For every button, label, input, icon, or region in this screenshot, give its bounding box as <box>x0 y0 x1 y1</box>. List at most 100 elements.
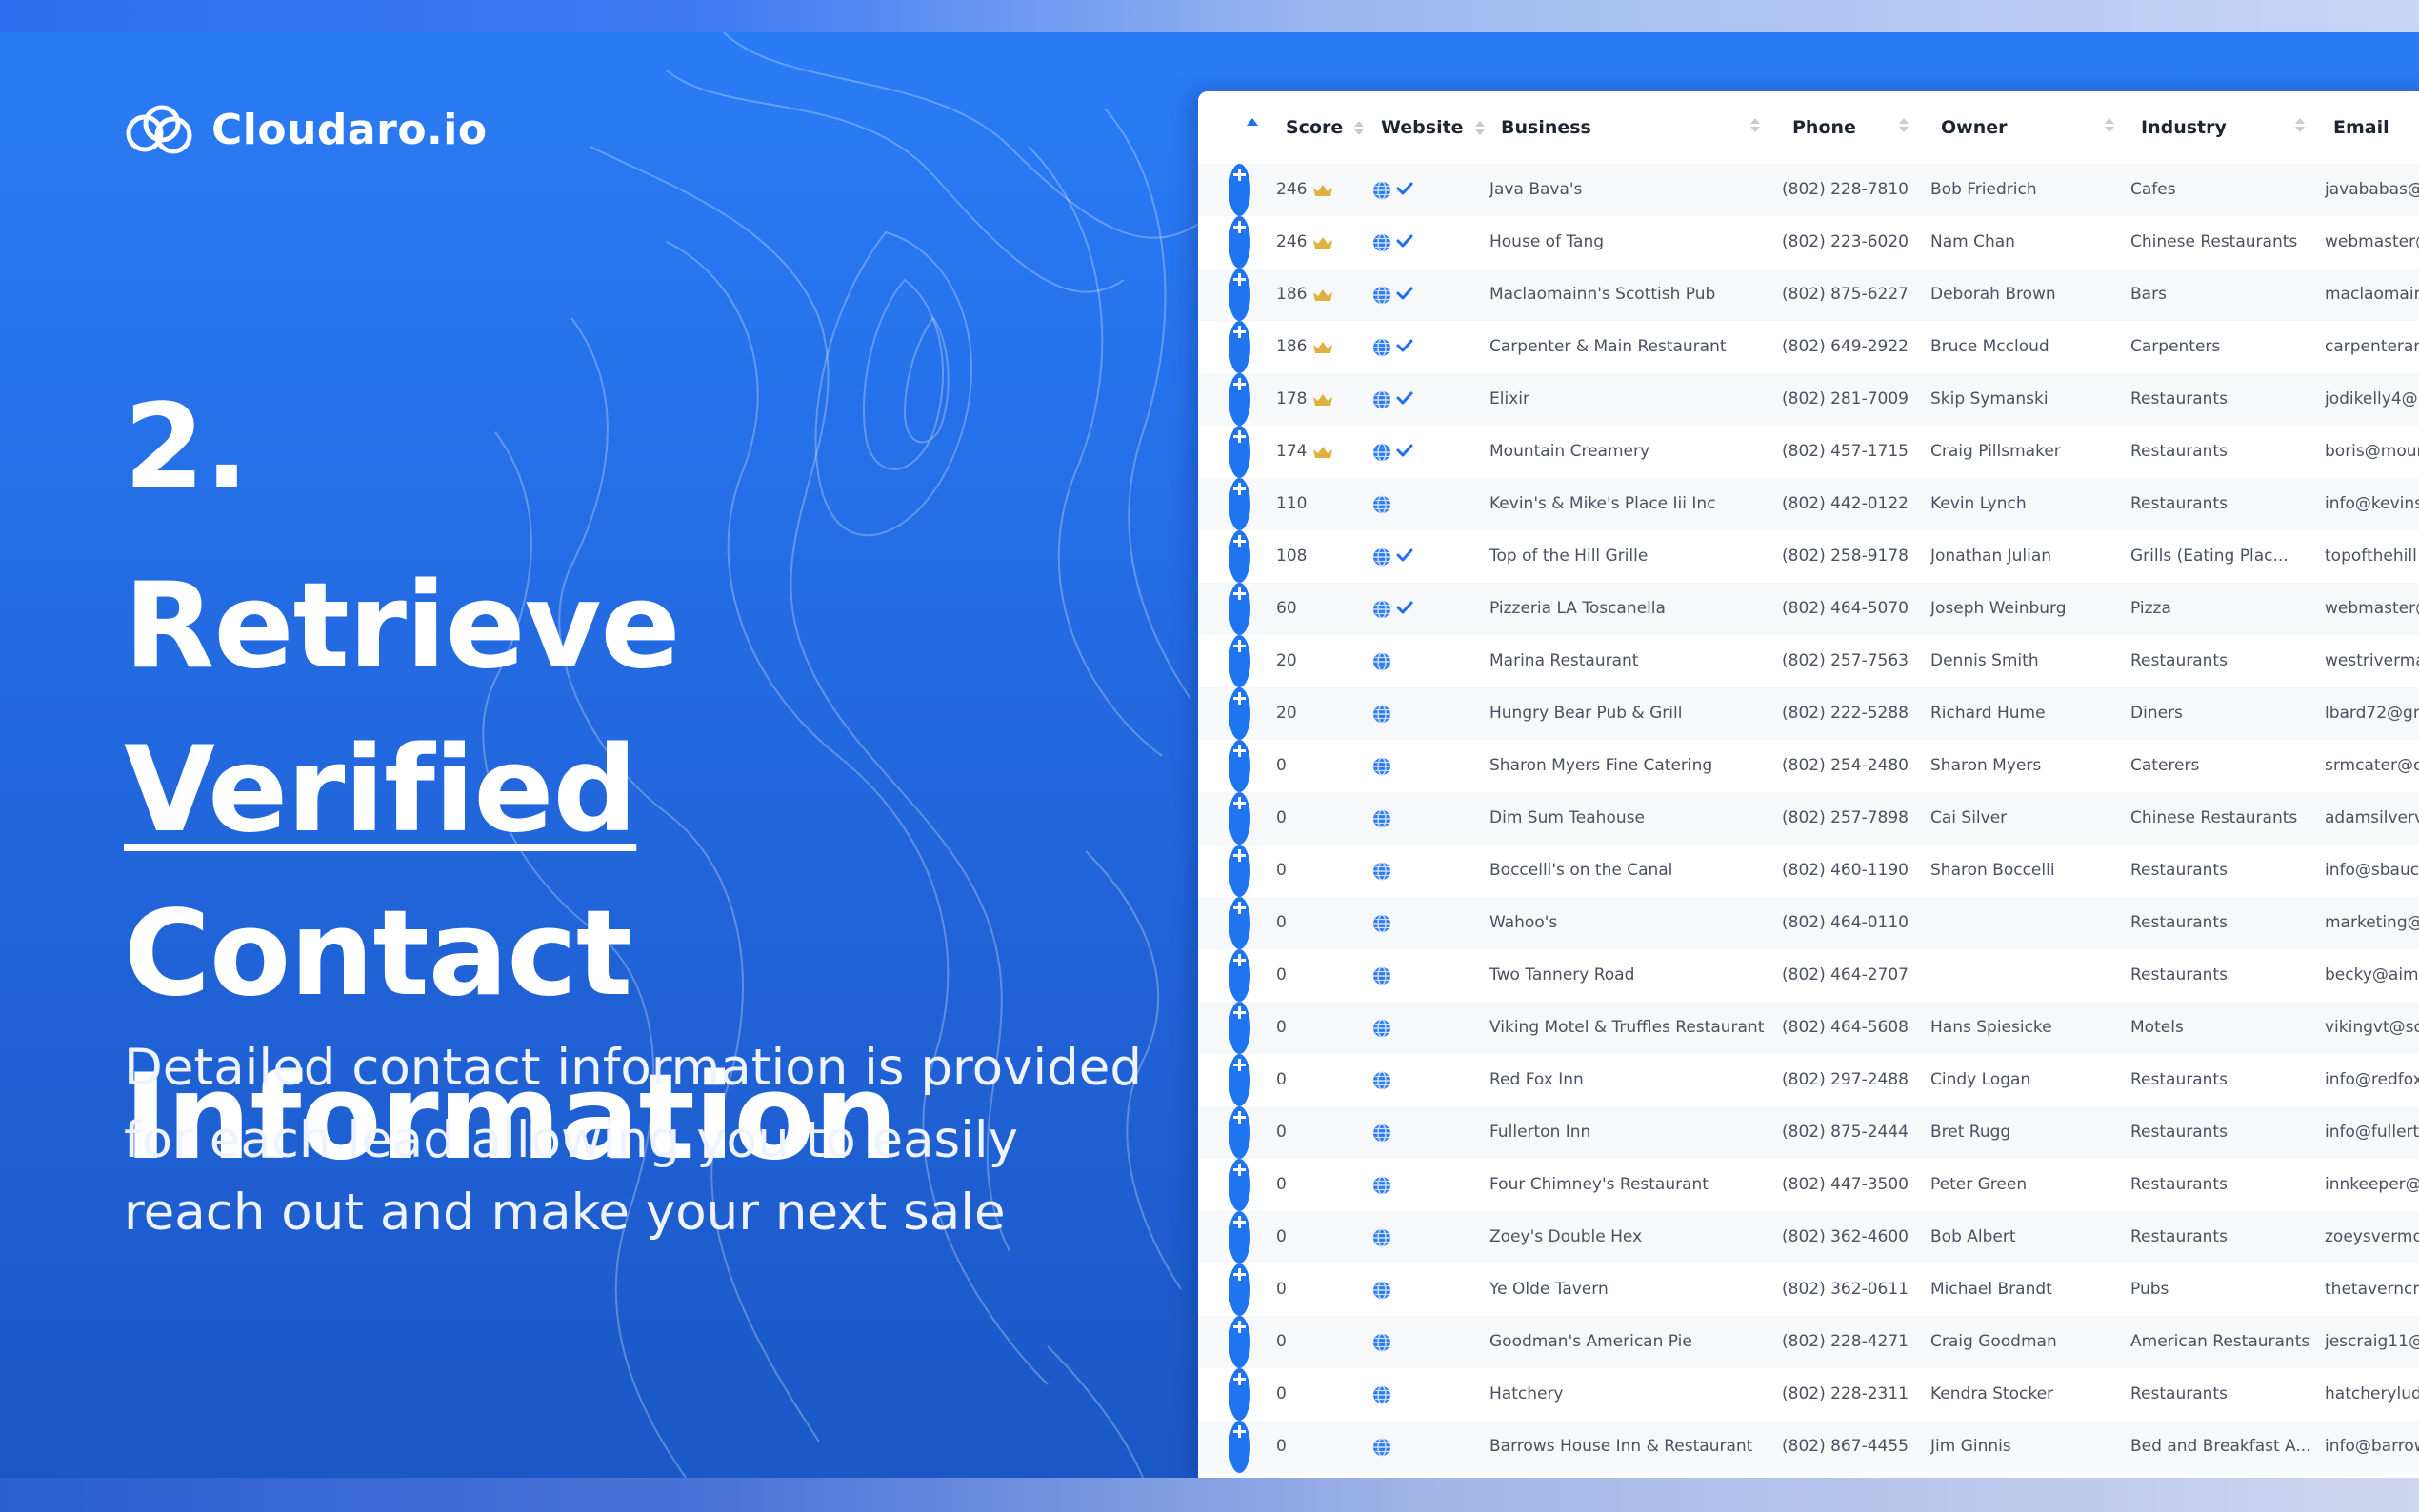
globe-icon[interactable] <box>1371 442 1392 463</box>
add-lead-button[interactable] <box>1229 1316 1250 1368</box>
globe-icon[interactable] <box>1371 232 1392 253</box>
globe-icon[interactable] <box>1371 180 1392 201</box>
table-row[interactable]: 186 Maclaomainn's Scottish Pub (802) 875-6… <box>1198 269 2419 321</box>
column-header-website[interactable]: Website <box>1381 91 1485 164</box>
email-cell[interactable]: topofthehill <box>2325 530 2419 583</box>
add-lead-button[interactable] <box>1229 164 1250 216</box>
column-header-phone[interactable]: Phone <box>1792 91 1856 164</box>
globe-icon[interactable] <box>1371 1280 1392 1301</box>
table-row[interactable]: 0 Zoey's Double Hex (802) 362-4600 Bob Albe… <box>1198 1211 2419 1263</box>
phone-cell[interactable]: (802) 222-5288 <box>1782 687 1925 740</box>
phone-cell[interactable]: (802) 457-1715 <box>1782 426 1925 478</box>
table-row[interactable]: 0 Wahoo's (802) 464-0110 Restaurants marketi… <box>1198 897 2419 949</box>
add-lead-button[interactable] <box>1229 1106 1250 1159</box>
column-header-owner[interactable]: Owner <box>1941 91 2008 164</box>
table-row[interactable]: 110 Kevin's & Mike's Place Iii Inc (802) 4… <box>1198 478 2419 530</box>
phone-cell[interactable]: (802) 649-2922 <box>1782 321 1925 373</box>
email-cell[interactable]: javababas@ <box>2325 164 2419 216</box>
column-header-business[interactable]: Business <box>1501 91 1591 164</box>
email-cell[interactable]: info@barrow <box>2325 1421 2419 1473</box>
globe-icon[interactable] <box>1371 494 1392 515</box>
email-cell[interactable]: hatcheryludl <box>2325 1368 2419 1421</box>
phone-cell[interactable]: (802) 228-2311 <box>1782 1368 1925 1421</box>
table-row[interactable]: 186 Carpenter & Main Restaurant (802) 649-… <box>1198 321 2419 373</box>
phone-cell[interactable]: (802) 254-2480 <box>1782 740 1925 792</box>
email-cell[interactable]: zoeysvermo <box>2325 1211 2419 1263</box>
add-lead-button[interactable] <box>1229 740 1250 792</box>
phone-cell[interactable]: (802) 281-7009 <box>1782 373 1925 426</box>
phone-cell[interactable]: (802) 875-2444 <box>1782 1106 1925 1159</box>
globe-icon[interactable] <box>1371 1175 1392 1196</box>
email-cell[interactable]: info@sbauct <box>2325 845 2419 897</box>
email-cell[interactable]: webmaster@ <box>2325 216 2419 269</box>
email-cell[interactable]: srmcater@c <box>2325 740 2419 792</box>
phone-cell[interactable]: (802) 464-0110 <box>1782 897 1925 949</box>
email-cell[interactable]: boris@moun <box>2325 426 2419 478</box>
phone-cell[interactable]: (802) 362-0611 <box>1782 1263 1925 1316</box>
phone-cell[interactable]: (802) 875-6227 <box>1782 269 1925 321</box>
globe-icon[interactable] <box>1371 1070 1392 1091</box>
globe-icon[interactable] <box>1371 337 1392 358</box>
add-lead-button[interactable] <box>1229 321 1250 373</box>
globe-icon[interactable] <box>1371 756 1392 777</box>
add-lead-button[interactable] <box>1229 478 1250 530</box>
add-lead-button[interactable] <box>1229 269 1250 321</box>
table-row[interactable]: 174 Mountain Creamery (802) 457-1715 Craig … <box>1198 426 2419 478</box>
table-row[interactable]: 0 Barrows House Inn & Restaurant (802) 867… <box>1198 1421 2419 1473</box>
globe-icon[interactable] <box>1371 1384 1392 1405</box>
add-lead-button[interactable] <box>1229 1421 1250 1473</box>
add-lead-button[interactable] <box>1229 845 1250 897</box>
table-row[interactable]: 0 Dim Sum Teahouse (802) 257-7898 Cai Silve… <box>1198 792 2419 845</box>
table-row[interactable]: 0 Fullerton Inn (802) 875-2444 Bret Rugg Res… <box>1198 1106 2419 1159</box>
sort-ascending-icon[interactable] <box>1247 118 1258 126</box>
table-row[interactable]: 108 Top of the Hill Grille (802) 258-9178 J… <box>1198 530 2419 583</box>
globe-icon[interactable] <box>1371 389 1392 410</box>
phone-cell[interactable]: (802) 464-2707 <box>1782 949 1925 1002</box>
add-lead-button[interactable] <box>1229 1054 1250 1106</box>
globe-icon[interactable] <box>1371 1227 1392 1248</box>
phone-cell[interactable]: (802) 228-7810 <box>1782 164 1925 216</box>
globe-icon[interactable] <box>1371 704 1392 725</box>
phone-cell[interactable]: (802) 460-1190 <box>1782 845 1925 897</box>
globe-icon[interactable] <box>1371 285 1392 306</box>
email-cell[interactable]: vikingvt@so <box>2325 1002 2419 1054</box>
table-row[interactable]: 0 Two Tannery Road (802) 464-2707 Restauran… <box>1198 949 2419 1002</box>
add-lead-button[interactable] <box>1229 373 1250 426</box>
phone-cell[interactable]: (802) 257-7898 <box>1782 792 1925 845</box>
table-row[interactable]: 246 House of Tang (802) 223-6020 Nam Chan Ch… <box>1198 216 2419 269</box>
add-lead-button[interactable] <box>1229 216 1250 269</box>
globe-icon[interactable] <box>1371 547 1392 567</box>
email-cell[interactable]: marketing@ <box>2325 897 2419 949</box>
column-header-email[interactable]: Email <box>2333 91 2389 164</box>
add-lead-button[interactable] <box>1229 426 1250 478</box>
column-header-score[interactable]: Score <box>1286 91 1365 164</box>
email-cell[interactable]: carpenteran <box>2325 321 2419 373</box>
email-cell[interactable]: jodikelly4@ <box>2325 373 2419 426</box>
globe-icon[interactable] <box>1371 861 1392 882</box>
add-lead-button[interactable] <box>1229 949 1250 1002</box>
email-cell[interactable]: thetaverncri <box>2325 1263 2419 1316</box>
table-row[interactable]: 0 Sharon Myers Fine Catering (802) 254-248… <box>1198 740 2419 792</box>
phone-cell[interactable]: (802) 464-5608 <box>1782 1002 1925 1054</box>
globe-icon[interactable] <box>1371 1437 1392 1458</box>
table-row[interactable]: 0 Red Fox Inn (802) 297-2488 Cindy Logan Res… <box>1198 1054 2419 1106</box>
phone-cell[interactable]: (802) 867-4455 <box>1782 1421 1925 1473</box>
table-row[interactable]: 0 Ye Olde Tavern (802) 362-0611 Michael Bra… <box>1198 1263 2419 1316</box>
email-cell[interactable]: innkeeper@ <box>2325 1159 2419 1211</box>
add-lead-button[interactable] <box>1229 583 1250 635</box>
table-row[interactable]: 0 Boccelli's on the Canal (802) 460-1190 Sh… <box>1198 845 2419 897</box>
table-row[interactable]: 0 Goodman's American Pie (802) 228-4271 Cra… <box>1198 1316 2419 1368</box>
email-cell[interactable]: webmaster@ <box>2325 583 2419 635</box>
globe-icon[interactable] <box>1371 599 1392 620</box>
phone-cell[interactable]: (802) 258-9178 <box>1782 530 1925 583</box>
add-lead-button[interactable] <box>1229 530 1250 583</box>
globe-icon[interactable] <box>1371 1018 1392 1039</box>
phone-cell[interactable]: (802) 257-7563 <box>1782 635 1925 687</box>
email-cell[interactable]: info@redfox <box>2325 1054 2419 1106</box>
column-header-industry[interactable]: Industry <box>2141 91 2227 164</box>
globe-icon[interactable] <box>1371 808 1392 829</box>
add-lead-button[interactable] <box>1229 1159 1250 1211</box>
email-cell[interactable]: becky@aime <box>2325 949 2419 1002</box>
table-row[interactable]: 246 Java Bava's (802) 228-7810 Bob Friedric… <box>1198 164 2419 216</box>
table-row[interactable]: 178 Elixir (802) 281-7009 Skip Symanski Rest… <box>1198 373 2419 426</box>
